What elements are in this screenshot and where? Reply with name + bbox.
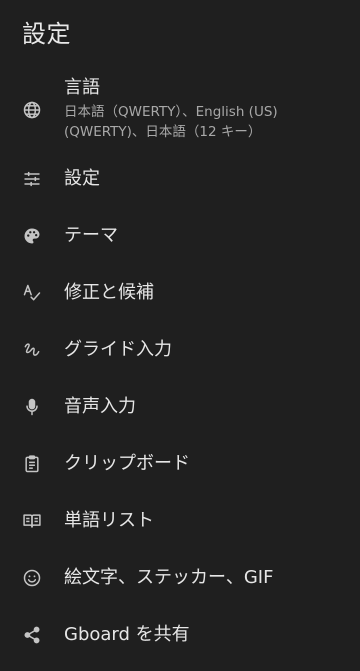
settings-menu: 言語 日本語（QWERTY）、English (US) (QWERTY)、日本語… — [0, 70, 360, 663]
menu-item-label: グライド入力 — [64, 338, 172, 360]
menu-item-subtitle: 日本語（QWERTY）、English (US) (QWERTY)、日本語（12… — [64, 102, 344, 142]
menu-item-label: 修正と候補 — [64, 281, 154, 303]
menu-item-theme[interactable]: テーマ — [0, 207, 360, 264]
menu-item-label: 音声入力 — [64, 395, 136, 417]
menu-item-label: Gboard を共有 — [64, 623, 190, 645]
mic-icon — [21, 396, 43, 418]
menu-item-label: 単語リスト — [64, 509, 154, 531]
subtitle-line-2: (QWERTY)、日本語（12 キー） — [64, 124, 262, 140]
menu-item-languages[interactable]: 言語 日本語（QWERTY）、English (US) (QWERTY)、日本語… — [0, 70, 360, 150]
menu-item-dictionary[interactable]: 単語リスト — [0, 492, 360, 549]
menu-item-clipboard[interactable]: クリップボード — [0, 435, 360, 492]
tune-icon — [21, 168, 43, 190]
spellcheck-icon — [21, 282, 43, 304]
gesture-icon — [21, 339, 43, 361]
globe-icon — [21, 99, 43, 121]
menu-item-preferences[interactable]: 設定 — [0, 150, 360, 207]
dictionary-icon — [21, 510, 43, 532]
menu-item-corrections[interactable]: 修正と候補 — [0, 264, 360, 321]
share-icon — [21, 624, 43, 646]
menu-item-label: テーマ — [64, 224, 118, 246]
menu-item-label: クリップボード — [64, 452, 190, 474]
menu-item-label: 言語 — [64, 77, 100, 98]
subtitle-line-1: 日本語（QWERTY）、English (US) — [64, 104, 278, 120]
menu-item-glide-typing[interactable]: グライド入力 — [0, 321, 360, 378]
emoji-icon — [21, 567, 43, 589]
menu-item-emoji-stickers-gif[interactable]: 絵文字、ステッカー、GIF — [0, 549, 360, 606]
page-title: 設定 — [22, 20, 71, 48]
menu-item-label: 設定 — [64, 167, 100, 189]
palette-icon — [21, 225, 43, 247]
menu-item-voice-typing[interactable]: 音声入力 — [0, 378, 360, 435]
menu-item-share-gboard[interactable]: Gboard を共有 — [0, 606, 360, 663]
menu-item-label: 絵文字、ステッカー、GIF — [64, 566, 274, 588]
clipboard-icon — [21, 453, 43, 475]
